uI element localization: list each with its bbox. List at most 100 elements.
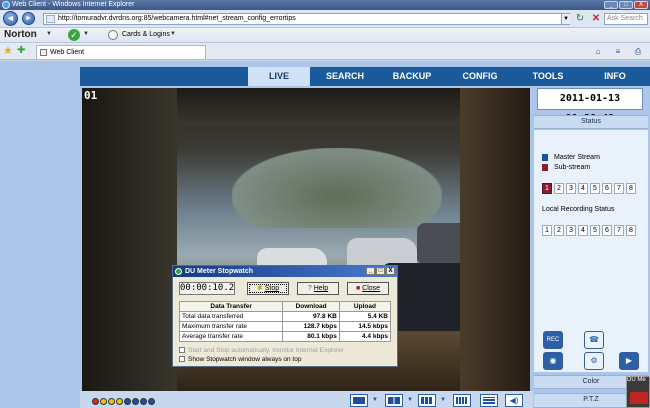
home-icon[interactable]: ⌂ <box>590 46 606 57</box>
main-nav: LIVE SEARCH BACKUP CONFIG TOOLS INFO <box>80 67 650 86</box>
status-dot <box>132 398 139 405</box>
status-dot <box>124 398 131 405</box>
check-dropdown-icon[interactable]: ▼ <box>83 31 89 37</box>
layout-16-button[interactable] <box>453 394 471 407</box>
channel-3-button[interactable]: 3 <box>566 183 576 194</box>
du-meter-mini-window[interactable]: DU Me <box>626 376 650 408</box>
legend-sub-stream: Sub-stream <box>542 163 590 172</box>
du-close-button[interactable]: X <box>386 267 395 275</box>
nav-info[interactable]: INFO <box>582 67 648 86</box>
rec-channel-1: 1 <box>542 225 552 236</box>
du-title: DU Meter Stopwatch <box>185 268 254 275</box>
talk-icon[interactable]: ☎ <box>584 331 604 349</box>
minimize-button[interactable]: _ <box>604 1 618 9</box>
stop-icon[interactable]: ✕ <box>590 13 602 25</box>
snapshot-icon[interactable]: ◉ <box>543 352 563 370</box>
channel-4-button[interactable]: 4 <box>578 183 588 194</box>
address-input[interactable]: http://tomuradvr.dvrdns.org:85/webcamera… <box>43 13 570 25</box>
channel-5-button[interactable]: 5 <box>590 183 600 194</box>
nav-live[interactable]: LIVE <box>248 67 310 86</box>
bulb-icon: ✱ <box>256 285 263 292</box>
layout-1-button[interactable] <box>350 394 368 407</box>
status-dot <box>148 398 155 405</box>
du-title-bar[interactable]: DU Meter Stopwatch _ □ X <box>173 266 397 277</box>
legend-master-stream: Master Stream <box>542 153 600 162</box>
close-window-button[interactable]: X <box>634 1 648 9</box>
fullscreen-button[interactable] <box>480 394 498 407</box>
channel-8-button[interactable]: 8 <box>626 183 636 194</box>
feeds-icon[interactable]: ≡ <box>610 46 626 57</box>
favorites-star-icon[interactable]: ★ <box>3 45 13 57</box>
status-dot <box>108 398 115 405</box>
du-close-text-button[interactable]: ■ Close <box>347 282 389 295</box>
tab-label: Web Client <box>50 49 85 56</box>
cards-icon <box>108 30 118 40</box>
norton-check-icon[interactable]: ✓ <box>68 29 80 41</box>
tab-page-icon <box>40 49 47 56</box>
channel-6-button[interactable]: 6 <box>602 183 612 194</box>
channel-buttons: 1 2 3 4 5 6 7 8 <box>542 183 636 194</box>
window-title-bar: Web Client - Windows Internet Explorer _… <box>0 0 650 10</box>
norton-label[interactable]: Norton <box>4 29 37 40</box>
local-recording-label: Local Recording Status <box>542 206 615 213</box>
settings-icon[interactable]: ⚙ <box>584 352 604 370</box>
column-header: Upload <box>338 301 392 312</box>
close-door-icon: ■ <box>355 285 361 292</box>
checkbox-box <box>179 356 185 363</box>
volume-icon[interactable]: ◀) <box>505 394 523 407</box>
print-icon[interactable]: ⎙ <box>630 46 646 57</box>
du-mini-bar <box>630 392 648 404</box>
layout-9-button[interactable] <box>418 394 436 407</box>
layout-1-dropdown-icon[interactable]: ▼ <box>372 397 378 403</box>
address-row: ◄ ► http://tomuradvr.dvrdns.org:85/webca… <box>0 10 650 28</box>
nav-config[interactable]: CONFIG <box>446 67 514 86</box>
help-button[interactable]: ? Help <box>297 282 339 295</box>
checkbox-box <box>179 347 185 354</box>
always-on-top-checkbox[interactable]: Show Stopwatch window always on top <box>179 356 301 364</box>
nav-backup[interactable]: BACKUP <box>380 67 444 86</box>
add-favorite-icon[interactable]: ✚ <box>17 45 25 57</box>
upload-value: 14.5 kbps <box>338 321 392 332</box>
rec-channel-4: 4 <box>578 225 588 236</box>
auto-start-checkbox[interactable]: Start and Stop automatically, monitor In… <box>179 347 344 355</box>
recording-channels: 1 2 3 4 5 6 7 8 <box>542 225 636 236</box>
back-button[interactable]: ◄ <box>3 11 18 26</box>
upload-value: 5.4 KB <box>338 311 392 322</box>
record-button[interactable]: REC <box>543 331 563 349</box>
transfer-table: Data Transfer Download Upload Total data… <box>178 301 392 342</box>
status-dot <box>92 398 99 405</box>
refresh-icon[interactable]: ↻ <box>574 13 586 25</box>
nav-search[interactable]: SEARCH <box>312 67 378 86</box>
nav-tools[interactable]: TOOLS <box>516 67 580 86</box>
favorites-row: ★ ✚ Web Client ⌂ ≡ ⎙ <box>0 43 650 60</box>
status-dot <box>140 398 147 405</box>
play-icon[interactable]: ▶ <box>619 352 639 370</box>
row-label: Average transfer rate <box>178 331 284 342</box>
layout-4-dropdown-icon[interactable]: ▼ <box>407 397 413 403</box>
row-label: Total data transferred <box>178 311 284 322</box>
cards-dropdown-icon[interactable]: ▼ <box>170 31 176 37</box>
cards-logins-button[interactable]: Cards & Logins <box>122 30 170 40</box>
address-dropdown[interactable]: ▼ <box>561 14 570 24</box>
rec-channel-8: 8 <box>626 225 636 236</box>
du-maximize-button[interactable]: □ <box>376 267 385 275</box>
channel-2-button[interactable]: 2 <box>554 183 564 194</box>
search-input[interactable]: Ask Search <box>604 13 648 25</box>
channel-1-button[interactable]: 1 <box>542 183 552 194</box>
window-buttons: _ □ X <box>604 1 648 9</box>
stopwatch-time: 00:00:10.2 <box>179 282 235 295</box>
page-icon <box>46 15 55 23</box>
maximize-button[interactable]: □ <box>619 1 633 9</box>
channel-7-button[interactable]: 7 <box>614 183 624 194</box>
table-row: Maximum transfer rate 128.7 kbps 14.5 kb… <box>178 321 392 332</box>
browser-tab[interactable]: Web Client <box>36 45 206 59</box>
download-value: 128.7 kbps <box>282 321 340 332</box>
forward-button[interactable]: ► <box>22 12 35 25</box>
rec-channel-6: 6 <box>602 225 612 236</box>
norton-dropdown-icon[interactable]: ▼ <box>46 31 52 37</box>
stop-button[interactable]: ✱ Stop <box>247 282 289 295</box>
layout-4-button[interactable] <box>385 394 403 407</box>
layout-9-dropdown-icon[interactable]: ▼ <box>440 397 446 403</box>
rec-channel-2: 2 <box>554 225 564 236</box>
du-minimize-button[interactable]: _ <box>366 267 375 275</box>
